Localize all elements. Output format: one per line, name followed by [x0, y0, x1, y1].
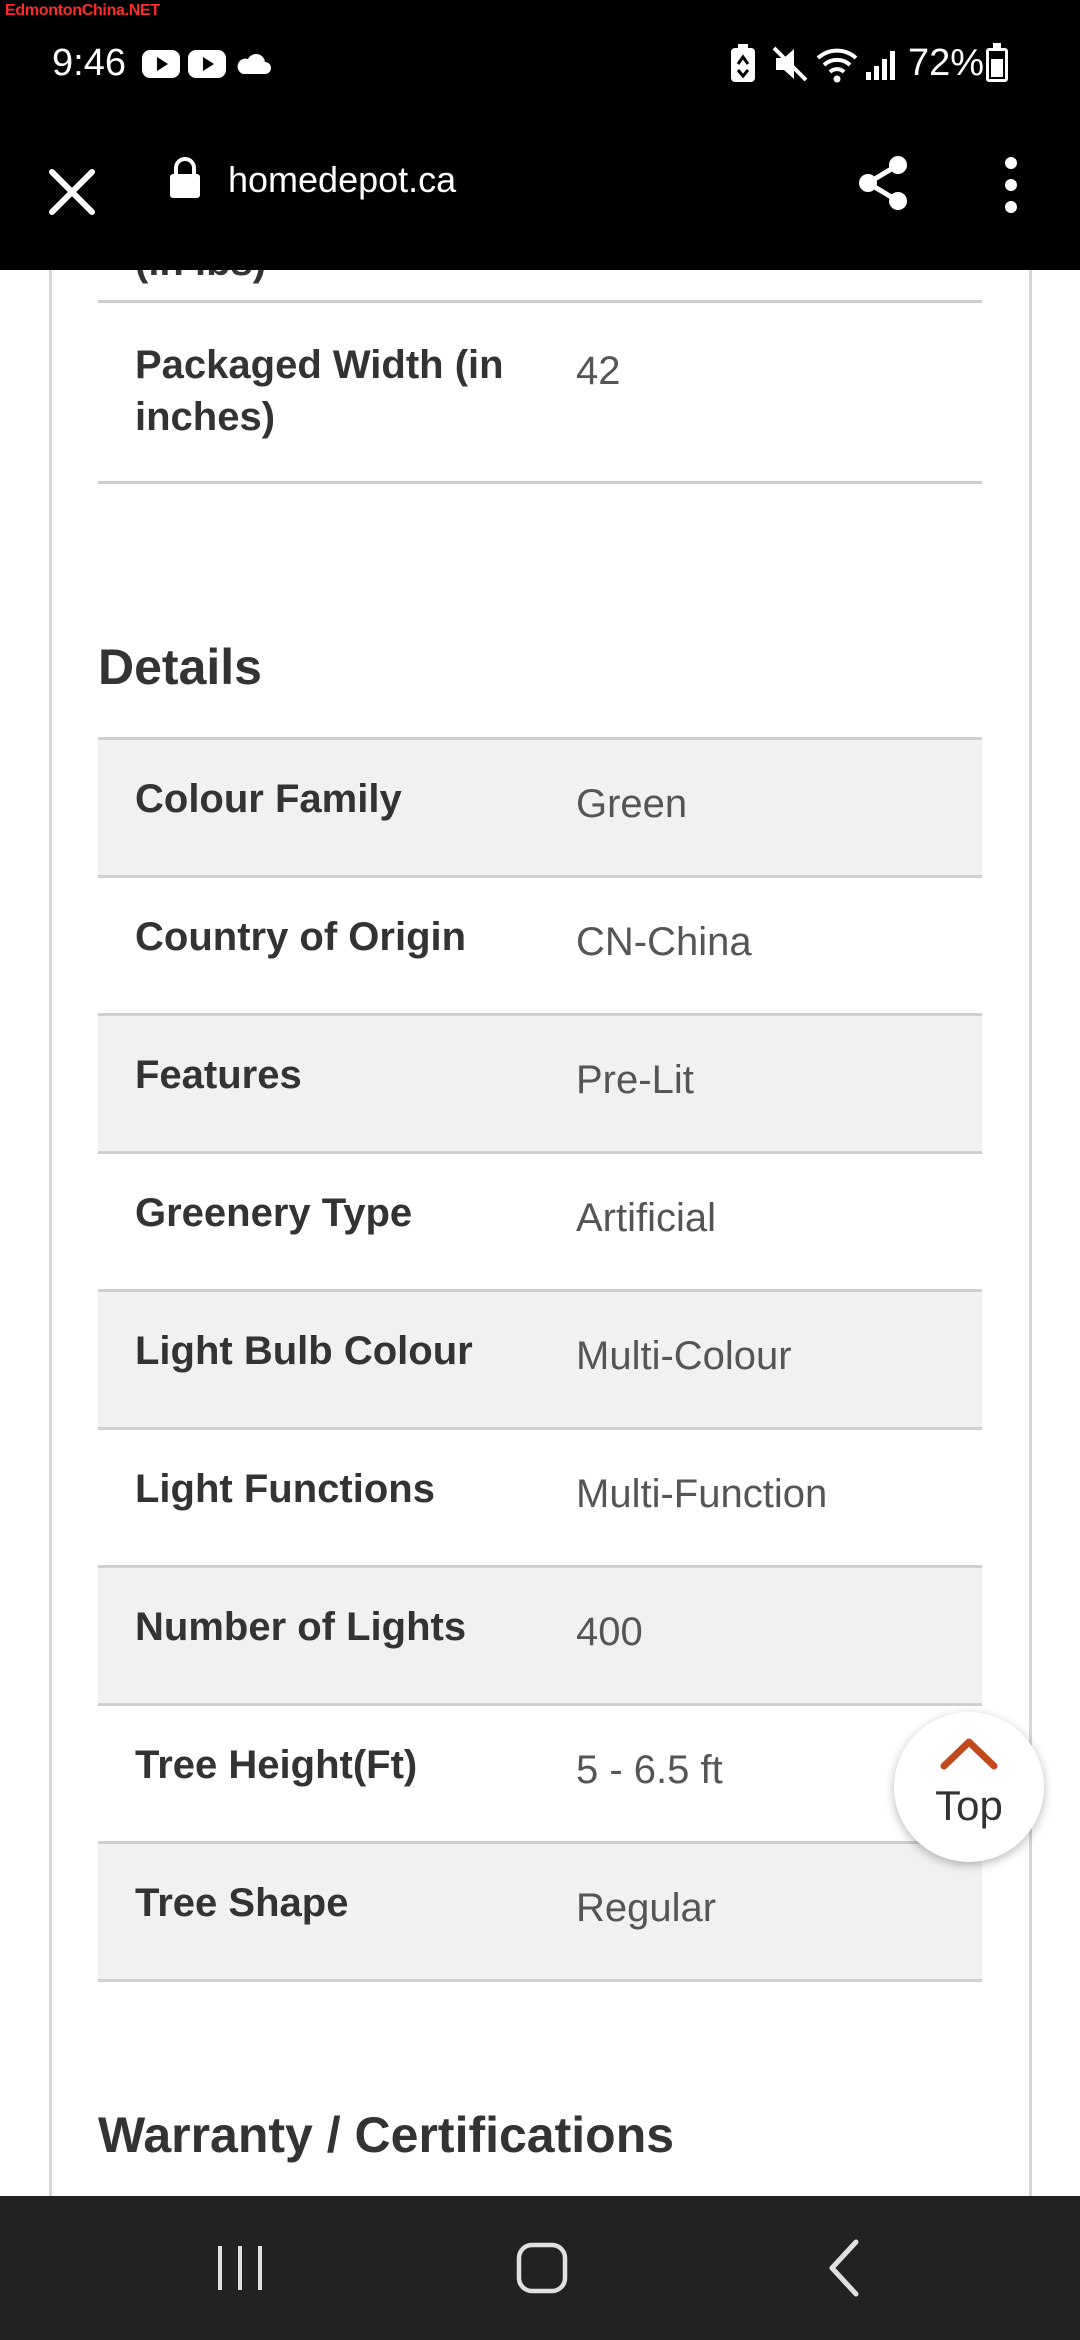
- status-bar: EdmontonChina.NET 9:46 72%: [0, 0, 1080, 126]
- spec-label-line: Packaged Width (in: [135, 343, 504, 387]
- cloud-icon: [237, 54, 271, 74]
- youtube-icon: [188, 50, 226, 78]
- watermark: EdmontonChina.NET: [5, 2, 160, 19]
- details-row-light-functions: Light Functions Multi-Function: [98, 1430, 982, 1568]
- detail-label: Greenery Type: [135, 1191, 413, 1235]
- details-row-country-of-origin: Country of Origin CN-China: [98, 878, 982, 1016]
- detail-label: Number of Lights: [135, 1605, 467, 1649]
- chevron-up-icon: [940, 1738, 998, 1770]
- detail-value: Regular: [576, 1886, 717, 1930]
- spec-label: Packaged Width (in inches): [135, 339, 504, 443]
- detail-value: 5 - 6.5 ft: [576, 1748, 723, 1792]
- detail-label: Tree Shape: [135, 1881, 349, 1925]
- detail-value: Green: [576, 782, 688, 826]
- spec-value: 42: [576, 349, 621, 393]
- recents-icon[interactable]: [204, 2232, 276, 2304]
- share-icon[interactable]: [848, 148, 918, 218]
- spec-label-line: inches): [135, 395, 276, 439]
- detail-label: Light Functions: [135, 1467, 435, 1511]
- detail-label: Features: [135, 1053, 302, 1097]
- youtube-icon: [142, 50, 180, 78]
- spec-label: (in lbs): [135, 270, 266, 288]
- browser-toolbar: homedepot.ca: [0, 126, 1080, 270]
- details-row-tree-shape: Tree Shape Regular: [98, 1844, 982, 1982]
- page-content: (in lbs) Packaged Width (in inches) 42 D…: [0, 270, 1080, 2196]
- back-icon[interactable]: [808, 2232, 880, 2304]
- url-bar[interactable]: homedepot.ca: [228, 158, 456, 202]
- spec-row: (in lbs): [98, 270, 982, 303]
- detail-label: Light Bulb Colour: [135, 1329, 473, 1373]
- more-vert-icon[interactable]: [990, 152, 1032, 218]
- home-icon[interactable]: [506, 2232, 578, 2304]
- details-row-colour-family: Colour Family Green: [98, 737, 982, 878]
- detail-value: 400: [576, 1610, 643, 1654]
- detail-value: CN-China: [576, 920, 752, 964]
- system-nav-bar: [0, 2196, 1080, 2340]
- close-icon[interactable]: [40, 160, 104, 224]
- mute-icon: [772, 46, 808, 82]
- details-row-greenery-type: Greenery Type Artificial: [98, 1154, 982, 1292]
- detail-label: Colour Family: [135, 777, 402, 821]
- detail-label: Tree Height(Ft): [135, 1743, 418, 1787]
- details-row-features: Features Pre-Lit: [98, 1016, 982, 1154]
- wifi-icon: [816, 48, 858, 83]
- status-time: 9:46: [52, 42, 126, 84]
- battery-icon: [986, 43, 1008, 82]
- detail-value: Multi-Function: [576, 1472, 828, 1516]
- details-row-light-bulb-colour: Light Bulb Colour Multi-Colour: [98, 1292, 982, 1430]
- details-row-number-of-lights: Number of Lights 400: [98, 1568, 982, 1706]
- detail-value: Multi-Colour: [576, 1334, 792, 1378]
- details-heading: Details: [98, 639, 262, 695]
- spec-row: Packaged Width (in inches) 42: [98, 303, 982, 484]
- recycle-icon: [731, 44, 755, 82]
- signal-icon: [866, 51, 895, 80]
- back-to-top-button[interactable]: Top: [894, 1712, 1044, 1862]
- lock-icon: [170, 157, 200, 198]
- battery-percent: 72%: [908, 42, 985, 84]
- detail-value: Artificial: [576, 1196, 717, 1240]
- detail-value: Pre-Lit: [576, 1058, 694, 1102]
- back-to-top-label: Top: [935, 1782, 1003, 1829]
- detail-label: Country of Origin: [135, 915, 467, 959]
- warranty-heading: Warranty / Certifications: [98, 2107, 675, 2163]
- details-row-tree-height: Tree Height(Ft) 5 - 6.5 ft: [98, 1706, 982, 1844]
